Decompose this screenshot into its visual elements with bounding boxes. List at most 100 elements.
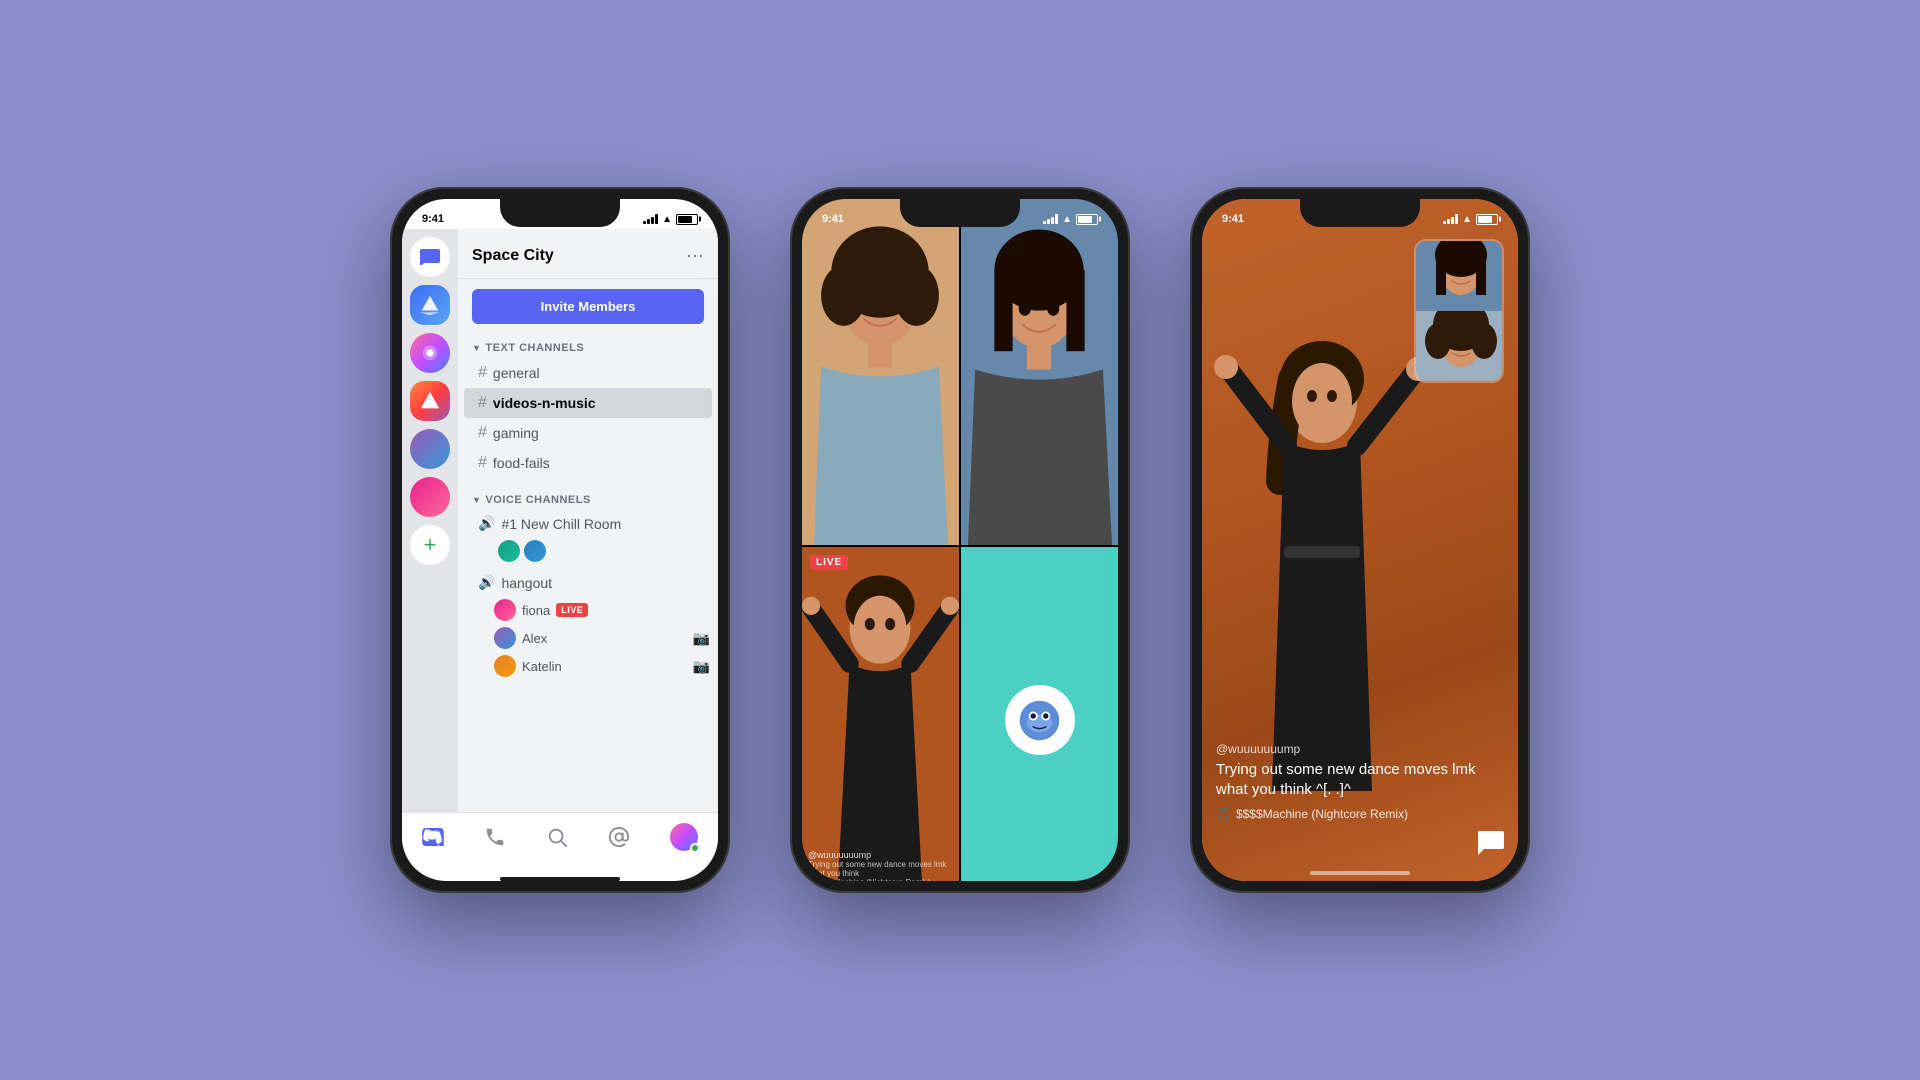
vc-member-alex[interactable]: Alex 📷 bbox=[458, 624, 718, 652]
pip-top-svg bbox=[1416, 241, 1504, 311]
discord-layout: 9:41 ▲ bbox=[402, 199, 718, 881]
vc-member-name-katelin: Katelin bbox=[522, 659, 562, 674]
battery-icon-1 bbox=[676, 214, 698, 225]
server-icon-3[interactable] bbox=[410, 381, 450, 421]
server-name: Space City bbox=[472, 247, 554, 265]
nav-discord[interactable] bbox=[422, 828, 444, 846]
video-cell-4 bbox=[961, 547, 1118, 881]
vc-avatar-2 bbox=[524, 540, 546, 562]
hash-icon-general: # bbox=[478, 364, 487, 382]
vc-member-name-alex: Alex bbox=[522, 631, 547, 646]
pip-bottom-svg bbox=[1416, 311, 1504, 381]
video-grid: LIVE @wuuuuuuump Trying out some new dan… bbox=[802, 199, 1118, 881]
status-right-1: ▲ bbox=[643, 214, 698, 225]
vc-avatar-fiona bbox=[494, 599, 516, 621]
stream-username: @wuuuuuuump bbox=[1216, 742, 1504, 756]
hash-icon-gaming: # bbox=[478, 424, 487, 442]
bottom-nav bbox=[402, 812, 718, 871]
video-cell-1 bbox=[802, 199, 959, 545]
camera-off-icon-katelin: 📷 bbox=[693, 658, 710, 675]
more-options-button[interactable]: ··· bbox=[686, 245, 704, 266]
status-time-3: 9:41 bbox=[1222, 213, 1244, 225]
vc-chill-avatars bbox=[458, 537, 718, 565]
music-icon-stream: 🎵 bbox=[1216, 807, 1231, 821]
server-icon-1[interactable] bbox=[410, 285, 450, 325]
person-svg-1 bbox=[802, 199, 959, 545]
nav-phone[interactable] bbox=[484, 826, 506, 848]
video-cell-3-text: @wuuuuuuump Trying out some new dance mo… bbox=[808, 850, 953, 881]
status-right-3: ▲ bbox=[1443, 214, 1498, 225]
server-sidebar: + bbox=[402, 229, 458, 812]
video-cell-3: LIVE @wuuuuuuump Trying out some new dan… bbox=[802, 547, 959, 881]
stream-song: 🎵 $$$$Machine (Nightcore Remix) bbox=[1216, 807, 1504, 821]
notch-2 bbox=[900, 199, 1020, 227]
channel-name-videos: videos-n-music bbox=[493, 395, 596, 411]
vc-hangout[interactable]: 🔊 hangout bbox=[464, 569, 712, 596]
speaker-icon-1: 🔊 bbox=[478, 515, 495, 532]
add-server-button[interactable]: + bbox=[410, 525, 450, 565]
discord-body: + Space City ··· Invite Members bbox=[402, 229, 718, 812]
signal-2 bbox=[1043, 214, 1058, 224]
dm-icon[interactable] bbox=[410, 237, 450, 277]
video-song: ♫ $$$$Machine (Nightcore Remix) bbox=[808, 878, 953, 881]
wifi-icon-2: ▲ bbox=[1062, 214, 1072, 225]
video-username: @wuuuuuuump bbox=[808, 850, 953, 860]
person-svg-3 bbox=[802, 547, 959, 881]
stream-description: Trying out some new dance moves lmk what… bbox=[1216, 760, 1504, 799]
notch-1 bbox=[500, 199, 620, 227]
vc-member-fiona[interactable]: fiona LIVE bbox=[458, 596, 718, 624]
vc-member-name-fiona: fiona bbox=[522, 603, 550, 618]
phones-container: 9:41 ▲ bbox=[0, 0, 1920, 1080]
message-icon-stream[interactable] bbox=[1478, 831, 1504, 861]
phone-2-screen: 9:41 ▲ bbox=[802, 199, 1118, 881]
text-channels-header: ▼ TEXT CHANNELS bbox=[458, 334, 718, 358]
wifi-icon-3: ▲ bbox=[1462, 214, 1472, 225]
channel-header: Space City ··· bbox=[458, 229, 718, 279]
server-icon-5[interactable] bbox=[410, 477, 450, 517]
camera-off-icon-alex: 📷 bbox=[693, 630, 710, 647]
chevron-down-icon-2: ▼ bbox=[472, 495, 481, 505]
pip-container bbox=[1414, 239, 1504, 383]
channel-name-general: general bbox=[493, 365, 540, 381]
channel-general[interactable]: # general bbox=[464, 358, 712, 388]
hash-icon-food: # bbox=[478, 454, 487, 472]
server-icon-4[interactable] bbox=[410, 429, 450, 469]
pip-top bbox=[1416, 241, 1502, 311]
hash-icon-videos: # bbox=[478, 394, 487, 412]
vc-name-chill: #1 New Chill Room bbox=[501, 516, 621, 532]
person-svg-2 bbox=[961, 199, 1118, 545]
battery-icon-3 bbox=[1476, 214, 1498, 225]
phone-3: 9:41 ▲ bbox=[1190, 187, 1530, 893]
wifi-icon-1: ▲ bbox=[662, 214, 672, 225]
channel-name-gaming: gaming bbox=[493, 425, 539, 441]
nav-profile[interactable] bbox=[670, 823, 698, 851]
invite-members-button[interactable]: Invite Members bbox=[472, 289, 704, 324]
vc-name-hangout: hangout bbox=[501, 575, 552, 591]
channel-videos-n-music[interactable]: # videos-n-music bbox=[464, 388, 712, 418]
phone-1-screen: 9:41 ▲ bbox=[402, 199, 718, 881]
vc-avatar-alex bbox=[494, 627, 516, 649]
video-desc: Trying out some new dance moves lmk what… bbox=[808, 860, 953, 878]
vc-avatar-katelin bbox=[494, 655, 516, 677]
vc-member-katelin[interactable]: Katelin 📷 bbox=[458, 652, 718, 680]
voice-channels-header: ▼ VOICE CHANNELS bbox=[458, 486, 718, 510]
video-avatar-circle bbox=[1005, 685, 1075, 755]
live-badge-fiona: LIVE bbox=[556, 603, 588, 617]
phone-1: 9:41 ▲ bbox=[390, 187, 730, 893]
vc-avatar-1 bbox=[498, 540, 520, 562]
live-overlay: LIVE bbox=[810, 555, 848, 570]
channel-scroll[interactable]: ▼ TEXT CHANNELS # general # videos-n-mus… bbox=[458, 334, 718, 812]
nav-at[interactable] bbox=[608, 826, 630, 848]
frog-avatar bbox=[1017, 698, 1062, 743]
signal-1 bbox=[643, 214, 658, 224]
speaker-icon-2: 🔊 bbox=[478, 574, 495, 591]
channel-food-fails[interactable]: # food-fails bbox=[464, 448, 712, 478]
home-indicator-3 bbox=[1310, 871, 1410, 875]
vc-chill-room[interactable]: 🔊 #1 New Chill Room bbox=[464, 510, 712, 537]
nav-search[interactable] bbox=[546, 826, 568, 848]
channel-gaming[interactable]: # gaming bbox=[464, 418, 712, 448]
battery-icon-2 bbox=[1076, 214, 1098, 225]
server-icon-2[interactable] bbox=[410, 333, 450, 373]
phone-2: 9:41 ▲ bbox=[790, 187, 1130, 893]
video-call-layout: 9:41 ▲ bbox=[802, 199, 1118, 881]
